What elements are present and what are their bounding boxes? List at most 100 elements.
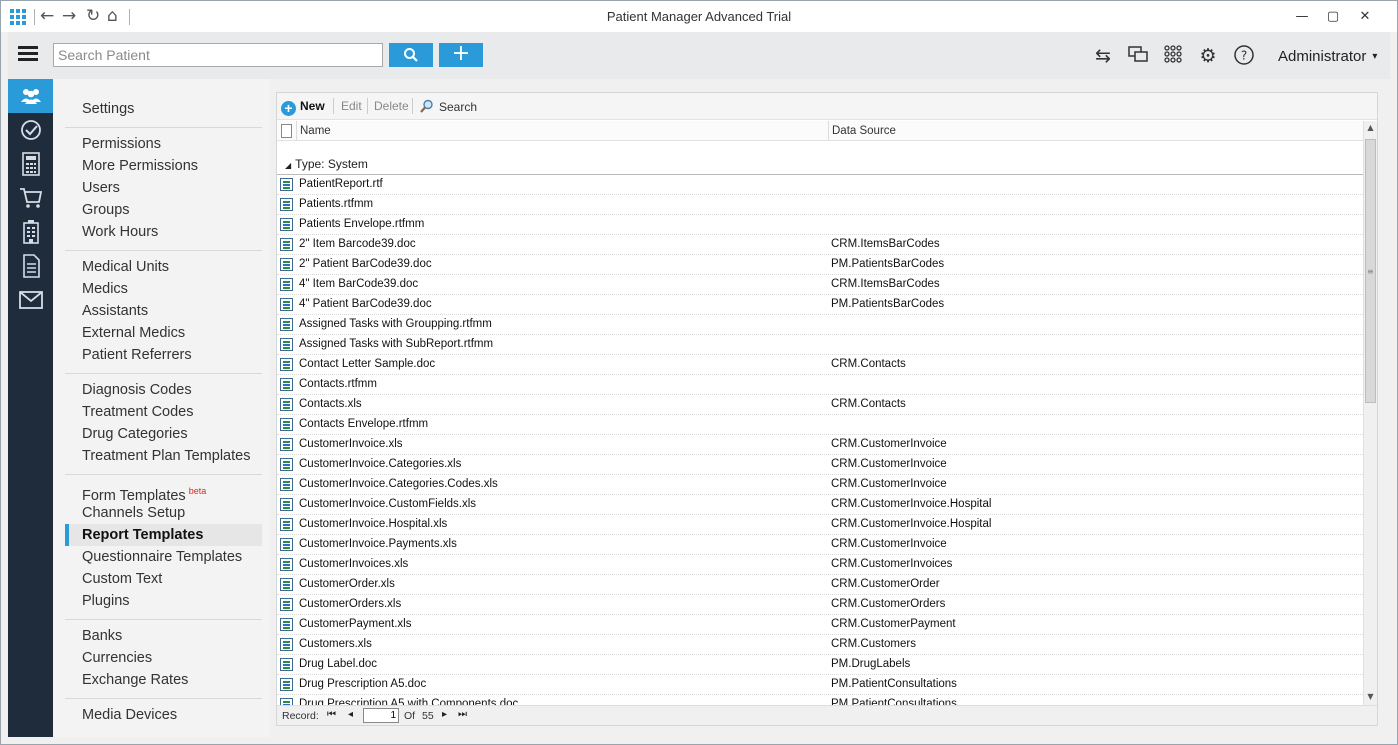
chat-icon[interactable] xyxy=(1126,44,1150,68)
scroll-up-icon[interactable]: ▲ xyxy=(1364,123,1377,132)
table-row[interactable]: CustomerInvoice.xls CRM.CustomerInvoice xyxy=(277,435,1363,455)
row-name: Assigned Tasks with SubReport.rtfmm xyxy=(299,338,494,350)
menu-item-currencies[interactable]: Currencies xyxy=(82,647,152,669)
menu-item-media-devices[interactable]: Media Devices xyxy=(82,704,177,726)
group-row-type-system[interactable]: ◢ Type: System xyxy=(277,142,1363,175)
menu-item-work-hours[interactable]: Work Hours xyxy=(82,221,158,243)
rail-documents[interactable] xyxy=(8,249,53,283)
rail-calculator[interactable] xyxy=(8,147,53,181)
table-row[interactable]: 4" Patient BarCode39.doc PM.PatientsBarCo… xyxy=(277,295,1363,315)
table-row[interactable]: CustomerOrders.xls CRM.CustomerOrders xyxy=(277,595,1363,615)
menu-item-medical-units[interactable]: Medical Units xyxy=(82,256,169,278)
menu-item-channels-setup[interactable]: Channels Setup xyxy=(82,502,185,524)
next-record-icon[interactable]: ▸ xyxy=(442,709,447,720)
table-row[interactable]: CustomerInvoices.xls CRM.CustomerInvoices xyxy=(277,555,1363,575)
table-row[interactable]: CustomerInvoice.CustomFields.xls CRM.Cust… xyxy=(277,495,1363,515)
menu-item-report-templates[interactable]: Report Templates xyxy=(65,524,262,546)
table-row[interactable]: Patients Envelope.rtfmm xyxy=(277,215,1363,235)
menu-item-treatment-codes[interactable]: Treatment Codes xyxy=(82,401,193,423)
table-row[interactable]: CustomerInvoice.Payments.xls CRM.Customer… xyxy=(277,535,1363,555)
table-row[interactable]: Contacts.rtfmm xyxy=(277,375,1363,395)
vertical-scrollbar[interactable]: ▲ ≡ ▼ xyxy=(1363,121,1377,705)
row-data-source: CRM.CustomerInvoice xyxy=(831,438,947,450)
column-header-name[interactable]: Name xyxy=(300,125,331,137)
table-row[interactable]: Contacts Envelope.rtfmm xyxy=(277,415,1363,435)
menu-item-custom-text[interactable]: Custom Text xyxy=(82,568,162,590)
table-row[interactable]: Contacts.xls CRM.Contacts xyxy=(277,395,1363,415)
rail-building[interactable] xyxy=(8,215,53,249)
scroll-down-icon[interactable]: ▼ xyxy=(1364,692,1377,701)
record-total: 55 xyxy=(422,710,434,722)
settings-gear-icon[interactable]: ⚙ xyxy=(1196,44,1220,68)
menu-item-groups[interactable]: Groups xyxy=(82,199,130,221)
table-row[interactable]: CustomerInvoice.Categories.xls CRM.Custom… xyxy=(277,455,1363,475)
search-patient-input[interactable] xyxy=(53,43,383,67)
table-row[interactable]: CustomerOrder.xls CRM.CustomerOrder xyxy=(277,575,1363,595)
close-button[interactable]: ✕ xyxy=(1351,7,1379,27)
add-patient-button[interactable]: + xyxy=(439,43,483,67)
edit-button[interactable]: Edit xyxy=(341,99,362,113)
table-row[interactable]: Assigned Tasks with Groupping.rtfmm xyxy=(277,315,1363,335)
table-row[interactable]: 2" Patient BarCode39.doc PM.PatientsBarCo… xyxy=(277,255,1363,275)
grid-search-button[interactable]: Search xyxy=(420,99,477,114)
menu-item-form-templates[interactable]: Form Templates beta xyxy=(82,480,206,504)
sync-icon[interactable]: ⇆ xyxy=(1091,44,1115,68)
rail-mail[interactable] xyxy=(8,283,53,317)
prev-record-icon[interactable]: ◂ xyxy=(348,709,353,720)
table-row[interactable]: 4" Item BarCode39.doc CRM.ItemsBarCodes xyxy=(277,275,1363,295)
search-button[interactable] xyxy=(389,43,433,67)
menu-item-users[interactable]: Users xyxy=(82,177,120,199)
report-file-icon xyxy=(280,678,293,691)
user-menu[interactable]: Administrator ▾ xyxy=(1278,48,1377,65)
table-row[interactable]: Drug Prescription A5.doc PM.PatientConsul… xyxy=(277,675,1363,695)
row-data-source: CRM.Contacts xyxy=(831,358,906,370)
rail-patients[interactable] xyxy=(8,79,53,113)
apps-grid-icon[interactable] xyxy=(1161,44,1185,68)
table-row[interactable]: 2" Item Barcode39.doc CRM.ItemsBarCodes xyxy=(277,235,1363,255)
table-row[interactable]: Patients.rtfmm xyxy=(277,195,1363,215)
help-icon[interactable]: ? xyxy=(1232,44,1256,68)
menu-item-medics[interactable]: Medics xyxy=(82,278,128,300)
menu-item-assistants[interactable]: Assistants xyxy=(82,300,148,322)
menu-item-exchange-rates[interactable]: Exchange Rates xyxy=(82,669,188,691)
minimize-button[interactable]: — xyxy=(1288,7,1316,27)
rail-tasks[interactable] xyxy=(8,113,53,147)
table-row[interactable]: Assigned Tasks with SubReport.rtfmm xyxy=(277,335,1363,355)
maximize-button[interactable]: ▢ xyxy=(1319,7,1347,27)
menu-item-patient-referrers[interactable]: Patient Referrers xyxy=(82,344,192,366)
row-name: Patients.rtfmm xyxy=(299,198,374,210)
menu-item-diagnosis-codes[interactable]: Diagnosis Codes xyxy=(82,379,192,401)
menu-item-banks[interactable]: Banks xyxy=(82,625,122,647)
table-row[interactable]: CustomerInvoice.Categories.Codes.xls CRM.… xyxy=(277,475,1363,495)
menu-item-more-permissions[interactable]: More Permissions xyxy=(82,155,198,177)
table-row[interactable]: PatientReport.rtf xyxy=(277,175,1363,195)
hamburger-menu-icon[interactable] xyxy=(18,46,38,62)
report-file-icon xyxy=(280,558,293,571)
table-row[interactable]: Customers.xls CRM.Customers xyxy=(277,635,1363,655)
menu-item-permissions[interactable]: Permissions xyxy=(82,133,161,155)
table-row[interactable]: Contact Letter Sample.doc CRM.Contacts xyxy=(277,355,1363,375)
menu-heading-settings[interactable]: Settings xyxy=(82,98,134,120)
new-button[interactable]: + New xyxy=(281,99,325,116)
record-number-input[interactable] xyxy=(363,708,399,723)
first-record-icon[interactable]: ⏮ xyxy=(327,709,336,720)
last-record-icon[interactable]: ⏭ xyxy=(458,709,467,720)
rail-cart[interactable] xyxy=(8,181,53,215)
table-row[interactable]: Drug Prescription A5 with Components.doc… xyxy=(277,695,1363,705)
menu-item-drug-categories[interactable]: Drug Categories xyxy=(82,423,188,445)
column-divider[interactable] xyxy=(828,121,829,141)
table-row[interactable]: CustomerInvoice.Hospital.xls CRM.Customer… xyxy=(277,515,1363,535)
row-name: CustomerInvoice.CustomFields.xls xyxy=(299,498,477,510)
delete-button[interactable]: Delete xyxy=(374,99,409,113)
menu-item-treatment-plan-templates[interactable]: Treatment Plan Templates xyxy=(82,445,250,467)
table-row[interactable]: Drug Label.doc PM.DrugLabels xyxy=(277,655,1363,675)
table-row[interactable]: CustomerPayment.xls CRM.CustomerPayment xyxy=(277,615,1363,635)
menu-divider xyxy=(65,250,262,251)
column-header-data-source[interactable]: Data Source xyxy=(832,125,896,137)
report-file-icon xyxy=(280,278,293,291)
menu-item-external-medics[interactable]: External Medics xyxy=(82,322,185,344)
menu-item-plugins[interactable]: Plugins xyxy=(82,590,130,612)
menu-divider xyxy=(65,698,262,699)
collapse-triangle-icon[interactable]: ◢ xyxy=(285,161,291,170)
menu-item-questionnaire-templates[interactable]: Questionnaire Templates xyxy=(82,546,242,568)
